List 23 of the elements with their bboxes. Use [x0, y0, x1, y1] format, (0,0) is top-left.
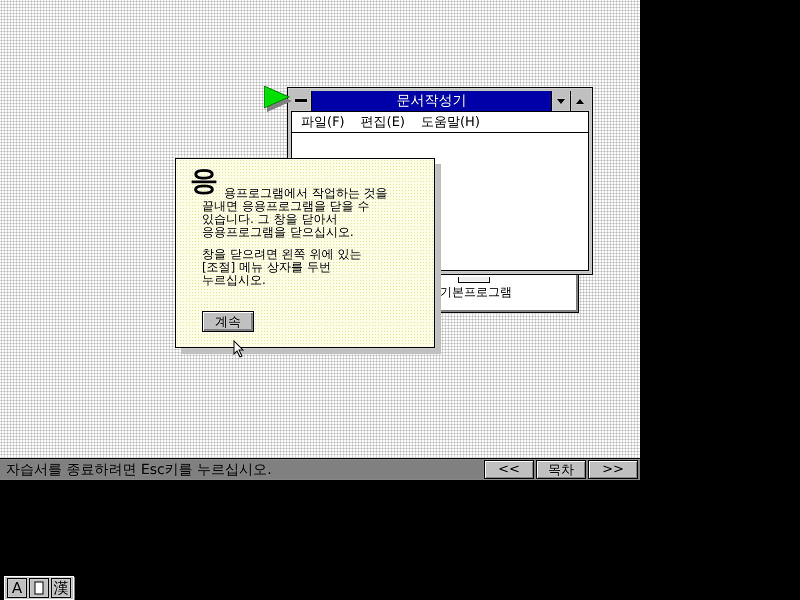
nav-button[interactable]: >> — [588, 460, 638, 479]
down-triangle-icon — [557, 98, 565, 104]
control-menu-button[interactable] — [291, 91, 312, 111]
pointer-arrow-icon — [264, 86, 292, 112]
maximize-button[interactable] — [570, 91, 589, 111]
width-mode-icon[interactable] — [29, 578, 49, 598]
menu-item[interactable]: 파일(F) — [301, 113, 345, 131]
window-title: 문서작성기 — [396, 92, 468, 111]
up-triangle-icon — [576, 98, 584, 104]
continue-button[interactable]: 계속 — [202, 311, 254, 332]
hanja-key[interactable]: 漢 — [51, 578, 71, 598]
nav-button[interactable]: 목차 — [536, 460, 586, 479]
minimize-button[interactable] — [551, 91, 570, 111]
status-message: 자습서를 종료하려면 Esc키를 누르십시오. — [5, 460, 273, 478]
program-group-icon[interactable] — [458, 277, 490, 283]
instruction-text: 창을 닫으려면 왼쪽 위에 있는 [조절] 메뉴 상자를 두번 누르십시오. — [202, 248, 362, 287]
input-mode-key[interactable]: A — [7, 578, 27, 598]
rectangle-icon — [34, 581, 44, 595]
menu-item[interactable]: 도움말(H) — [420, 113, 480, 131]
nav-button[interactable]: << — [484, 460, 534, 479]
icon-label[interactable]: 기본프로그램 — [440, 284, 512, 301]
dash-icon — [295, 99, 307, 103]
menu-item[interactable]: 편집(E) — [360, 113, 405, 131]
